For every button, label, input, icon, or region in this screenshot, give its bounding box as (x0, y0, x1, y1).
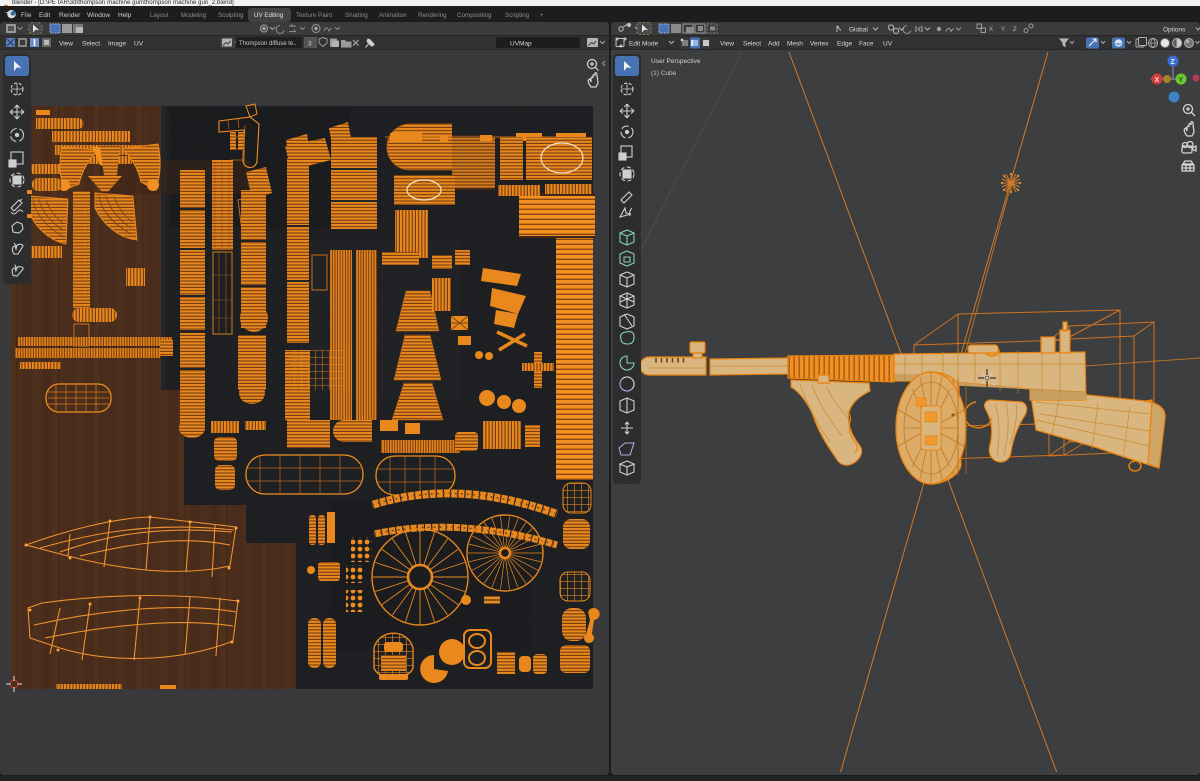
svg-text:Texture Paint: Texture Paint (296, 12, 332, 19)
svg-text:UV: UV (134, 41, 144, 48)
svg-text:Select: Select (82, 41, 100, 48)
svg-text:UVMap: UVMap (510, 41, 532, 48)
svg-text:Face: Face (859, 41, 874, 48)
svg-text:3: 3 (308, 41, 312, 48)
svg-text:UV: UV (883, 41, 893, 48)
svg-text:Add: Add (768, 41, 780, 48)
svg-text:Vertex: Vertex (810, 41, 829, 48)
svg-text:X: X (1155, 77, 1160, 84)
svg-text:Z: Z (1171, 59, 1176, 66)
svg-text:Thompson diffuse te..: Thompson diffuse te.. (239, 41, 297, 47)
svg-text:Mesh: Mesh (787, 41, 803, 48)
svg-text:UV Editing: UV Editing (254, 12, 284, 19)
svg-text:Window: Window (87, 12, 110, 19)
svg-text:Edit: Edit (39, 12, 50, 19)
svg-text:Y: Y (1179, 77, 1184, 84)
svg-text:(1) Cube: (1) Cube (651, 70, 677, 77)
svg-text:Shading: Shading (345, 12, 368, 19)
svg-text:Layout: Layout (150, 12, 169, 19)
svg-text:Modeling: Modeling (181, 12, 207, 19)
svg-text:View: View (720, 41, 734, 48)
svg-text:+: + (540, 12, 544, 19)
svg-text:Help: Help (118, 12, 132, 19)
svg-text:Render: Render (59, 12, 81, 19)
svg-text:X: X (989, 27, 993, 33)
svg-text:Image: Image (108, 41, 126, 48)
svg-text:Global: Global (849, 27, 868, 34)
svg-text:Edge: Edge (837, 41, 853, 48)
svg-text:Compositing: Compositing (457, 12, 492, 19)
svg-text:File: File (21, 12, 32, 19)
svg-text:View: View (59, 41, 73, 48)
svg-text:Y: Y (1001, 27, 1005, 33)
svg-text:Edit Mode: Edit Mode (629, 41, 659, 48)
svg-text:Sculpting: Sculpting (218, 12, 244, 19)
svg-text:Rendering: Rendering (418, 12, 447, 19)
svg-text:Animation: Animation (379, 12, 407, 19)
svg-text:Select: Select (743, 41, 761, 48)
svg-text:Z: Z (1013, 27, 1017, 33)
svg-text:User Perspective: User Perspective (651, 58, 701, 65)
svg-text:Scripting: Scripting (505, 12, 530, 19)
svg-text:Options: Options (1163, 27, 1186, 34)
